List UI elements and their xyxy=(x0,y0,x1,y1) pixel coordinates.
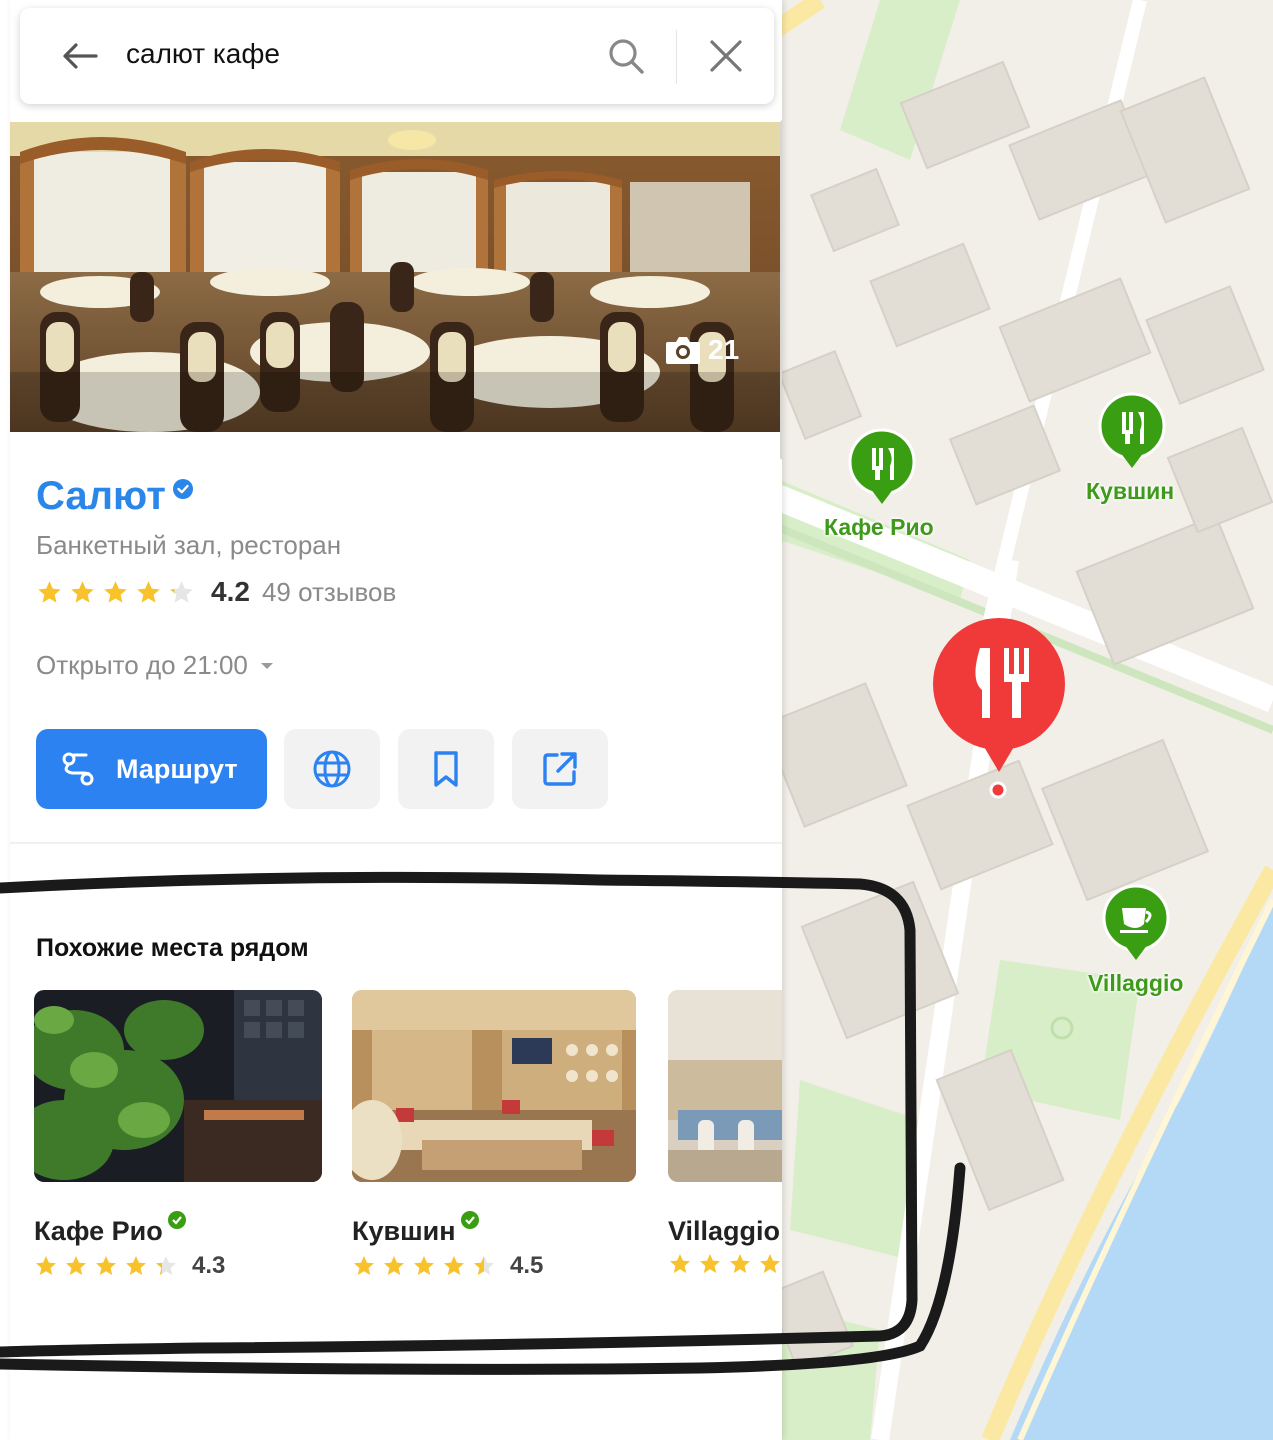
star-icon xyxy=(66,1256,86,1275)
website-button[interactable] xyxy=(284,729,380,809)
section-divider xyxy=(10,842,782,844)
similar-card-name-text: Villaggio xyxy=(668,1216,781,1246)
star-icon xyxy=(700,1254,720,1273)
similar-card-name[interactable]: Кафе Рио xyxy=(34,1211,187,1247)
star-icon xyxy=(156,1256,176,1275)
similar-card-image xyxy=(34,990,322,1182)
similar-card-image xyxy=(668,990,782,1182)
similar-card-name[interactable]: Villaggio xyxy=(668,1216,780,1247)
rating-stars xyxy=(668,1252,782,1276)
similar-card-name[interactable]: Кувшин xyxy=(352,1211,480,1247)
place-panel: 21 Салют Банкетный зал, ресторан 4.2 49 … xyxy=(10,0,782,1440)
star-icon xyxy=(36,1256,56,1275)
similar-card-image xyxy=(352,990,636,1182)
place-title-text: Салют xyxy=(36,474,166,518)
verified-icon xyxy=(167,1211,186,1229)
map-canvas xyxy=(760,0,1273,1440)
star-icon xyxy=(96,1256,116,1275)
place-title[interactable]: Салют xyxy=(36,474,194,519)
verified-icon xyxy=(460,1211,479,1229)
search-input[interactable]: салют кафе xyxy=(126,38,280,70)
restaurant-hall-image xyxy=(10,122,782,432)
star-icon xyxy=(414,1256,434,1275)
rating-stars xyxy=(36,579,195,606)
bookmark-button[interactable] xyxy=(398,729,494,809)
share-button[interactable] xyxy=(512,729,608,809)
star-icon xyxy=(760,1254,780,1273)
rating-value: 4.2 xyxy=(211,576,250,607)
route-button-label: Маршрут xyxy=(116,753,238,784)
photo-count-value: 21 xyxy=(708,334,740,365)
star-icon xyxy=(170,580,193,603)
close-icon[interactable] xyxy=(708,38,744,74)
star-icon xyxy=(730,1254,750,1273)
rating-stars xyxy=(352,1254,496,1278)
similar-card-name-text: Кувшин xyxy=(352,1216,456,1246)
map-view[interactable]: Кафе Рио Кувшин Villaggio xyxy=(760,0,1273,1440)
map-label-villaggio[interactable]: Villaggio xyxy=(1088,970,1183,997)
bookmark-icon xyxy=(434,751,458,787)
search-icon[interactable] xyxy=(606,36,646,76)
arrow-left-icon[interactable] xyxy=(60,40,100,72)
route-icon xyxy=(62,752,94,786)
place-rating[interactable]: 4.2 49 отзывов xyxy=(36,576,396,608)
panel-scrollbar[interactable] xyxy=(780,120,782,460)
star-icon xyxy=(444,1256,464,1275)
search-bar[interactable]: салют кафе xyxy=(20,8,774,104)
similar-places-title: Похожие места рядом xyxy=(36,934,309,962)
map-label-kuvshin[interactable]: Кувшин xyxy=(1086,478,1174,505)
star-icon xyxy=(670,1254,690,1273)
photo-count[interactable]: 21 xyxy=(664,334,739,366)
globe-icon xyxy=(313,750,351,788)
similar-card-kuvshin[interactable]: Кувшин 4.5 xyxy=(352,990,636,1279)
opening-hours[interactable]: Открыто до 21:00 xyxy=(36,650,274,681)
star-icon xyxy=(137,580,160,603)
similar-card-cafe-rio[interactable]: Кафе Рио 4.3 xyxy=(34,990,322,1279)
star-icon xyxy=(474,1256,494,1275)
hours-text: Открыто до 21:00 xyxy=(36,650,248,680)
similar-card-rating xyxy=(668,1252,782,1276)
similar-card-rating: 4.5 xyxy=(352,1252,543,1280)
similar-card-rating-value: 4.3 xyxy=(192,1252,226,1279)
reviews-count[interactable]: 49 отзывов xyxy=(262,577,396,608)
star-icon xyxy=(71,580,94,603)
star-icon xyxy=(384,1256,404,1275)
share-icon xyxy=(543,752,577,786)
rating-stars xyxy=(34,1254,178,1278)
star-icon xyxy=(354,1256,374,1275)
similar-card-rating: 4.3 xyxy=(34,1252,225,1280)
place-photo[interactable] xyxy=(10,122,782,432)
star-icon xyxy=(126,1256,146,1275)
route-button[interactable]: Маршрут xyxy=(36,729,267,809)
place-category: Банкетный зал, ресторан xyxy=(36,530,342,560)
search-divider xyxy=(676,30,677,84)
similar-card-villaggio[interactable]: Villaggio xyxy=(668,990,782,1273)
similar-card-name-text: Кафе Рио xyxy=(34,1216,163,1246)
star-icon xyxy=(104,580,127,603)
chevron-down-icon xyxy=(260,662,273,669)
camera-icon xyxy=(666,337,700,364)
star-icon xyxy=(38,580,61,603)
similar-card-rating-value: 4.5 xyxy=(510,1252,544,1279)
map-label-cafe-rio[interactable]: Кафе Рио xyxy=(824,514,934,541)
verified-icon xyxy=(172,479,193,499)
